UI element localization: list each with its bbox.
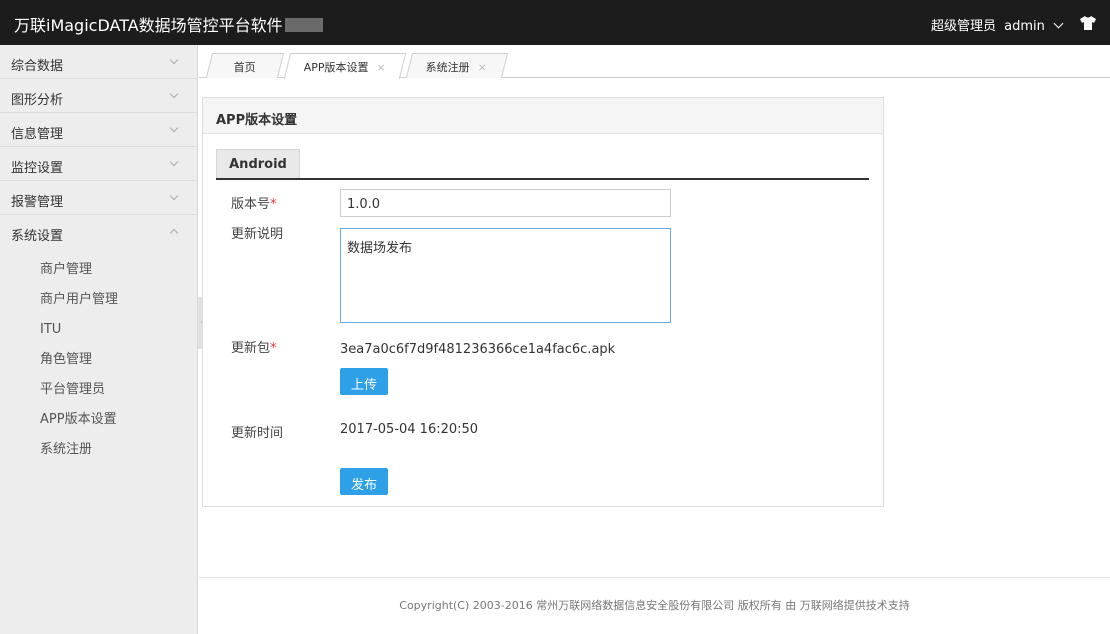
user-name: admin [1004,19,1045,34]
tab-system-registration[interactable]: 系统注册 × [405,53,509,78]
sidebar-item-merchant-management[interactable]: 商户管理 [0,255,197,285]
update-time-value: 2017-05-04 16:20:50 [340,422,479,437]
sidebar-group-label: 图形分析 [11,93,64,108]
required-mark: * [270,341,277,356]
shirt-icon[interactable] [1080,16,1096,30]
chevron-down-icon [1053,18,1064,29]
sidebar-group-label: 系统设置 [11,229,64,244]
user-menu[interactable]: 超级管理员 admin [930,15,1064,34]
sidebar-item-role-management[interactable]: 角色管理 [0,345,197,375]
tab-label: 首页 [233,61,256,74]
sidebar-group-label: 报警管理 [11,195,64,210]
close-icon[interactable]: × [478,61,487,74]
sidebar-group-label: 综合数据 [11,59,64,74]
package-label: 更新包* [231,337,277,356]
close-icon[interactable]: × [377,61,386,74]
required-mark: * [270,197,277,212]
sidebar-group-alarm-management[interactable]: 报警管理 [0,181,197,215]
redacted-mask [284,18,323,32]
sidebar-item-system-registration[interactable]: 系统注册 [0,435,197,465]
sidebar-submenu: 商户管理 商户用户管理 ITU 角色管理 平台管理员 APP版本设置 系统注册 [0,249,197,465]
chevron-down-icon [169,191,179,201]
tab-bar: 首页 APP版本设置 × 系统注册 × [199,45,1110,79]
app-title: 万联iMagicDATA数据场管控平台软件 [14,12,323,36]
tab-app-version[interactable]: APP版本设置 × [283,53,407,79]
version-label: 版本号* [231,193,277,212]
panel-title: APP版本设置 [203,98,883,134]
package-label-text: 更新包 [231,341,271,356]
app-title-text: 万联iMagicDATA数据场管控平台软件 [14,16,283,35]
update-notes-textarea[interactable]: 数据场发布 [340,228,671,323]
version-input[interactable]: 1.0.0 [340,189,671,217]
upload-button[interactable]: 上传 [340,368,388,395]
chevron-down-icon [169,89,179,99]
sidebar-group-overview[interactable]: 综合数据 [0,45,197,79]
sidebar-item-merchant-user-management[interactable]: 商户用户管理 [0,285,197,315]
footer-copyright: Copyright(C) 2003-2016 常州万联网络数据信息安全股份有限公… [399,599,910,612]
tab-label: 系统注册 [426,61,471,74]
sidebar-group-label: 监控设置 [11,161,64,176]
tab-android[interactable]: Android [216,149,300,179]
chevron-down-icon [169,123,179,133]
sidebar: 综合数据 图形分析 信息管理 监控设置 报警管理 系统设置 商户管理 商户用户管… [0,45,198,634]
sidebar-group-graph-analysis[interactable]: 图形分析 [0,79,197,113]
sidebar-group-info-management[interactable]: 信息管理 [0,113,197,147]
sidebar-group-system-settings[interactable]: 系统设置 [0,215,197,249]
update-notes-label: 更新说明 [231,227,284,242]
update-time-label: 更新时间 [231,426,284,441]
sidebar-item-itu[interactable]: ITU [0,315,197,345]
divider [216,178,869,180]
version-label-text: 版本号 [231,197,271,212]
sidebar-item-platform-admin[interactable]: 平台管理员 [0,375,197,405]
package-filename: 3ea7a0c6f7d9f481236366ce1a4fac6c.apk [340,342,616,357]
chevron-up-icon [169,228,179,238]
chevron-down-icon [169,157,179,167]
publish-button[interactable]: 发布 [340,468,388,495]
sidebar-group-label: 信息管理 [11,127,64,142]
tab-label: APP版本设置 [303,61,369,74]
chevron-down-icon [169,55,179,65]
sidebar-group-monitor-settings[interactable]: 监控设置 [0,147,197,181]
top-header: 万联iMagicDATA数据场管控平台软件 超级管理员 admin [0,0,1110,45]
sidebar-item-app-version[interactable]: APP版本设置 [0,405,197,435]
user-role: 超级管理员 [930,19,996,34]
tab-home[interactable]: 首页 [205,53,285,78]
app-version-panel: APP版本设置 Android 版本号* 1.0.0 更新说明 数据场发布 更新… [202,97,884,507]
footer-divider [199,577,1110,578]
